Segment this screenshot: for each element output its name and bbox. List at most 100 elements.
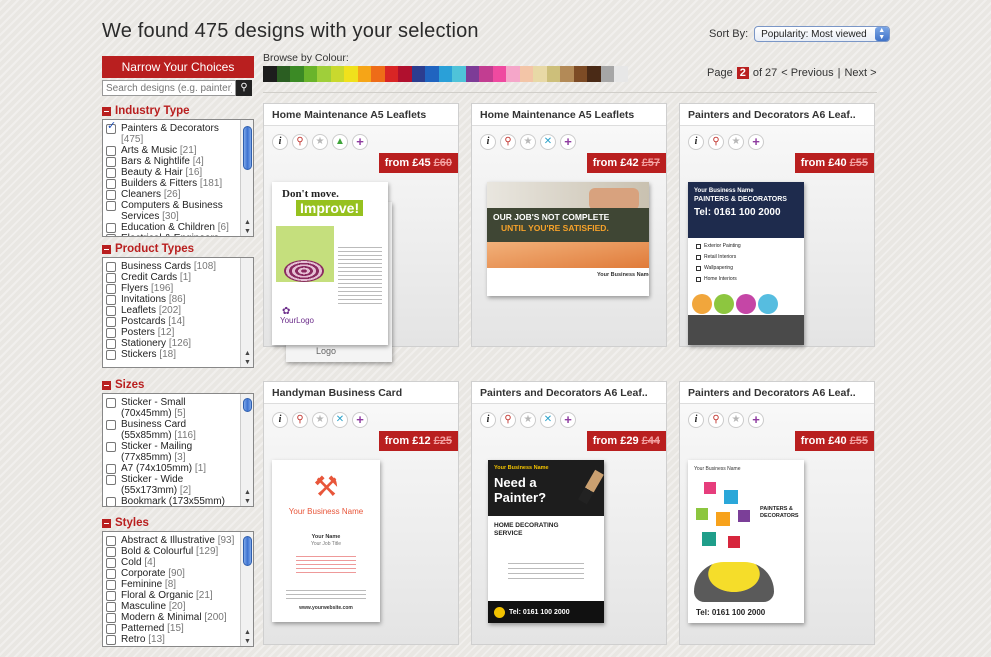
- search-input[interactable]: [102, 80, 236, 96]
- colour-swatch[interactable]: [533, 66, 547, 82]
- zoom-icon[interactable]: ⚲: [500, 412, 516, 428]
- colour-swatch[interactable]: [263, 66, 277, 82]
- filter-option[interactable]: Postcards [14]: [106, 316, 237, 327]
- checkbox[interactable]: [106, 635, 116, 645]
- section-title[interactable]: Sizes: [102, 377, 254, 393]
- checkbox[interactable]: [106, 223, 116, 233]
- filter-option[interactable]: Cold [4]: [106, 557, 237, 568]
- scrollbar[interactable]: ▲ ▼: [240, 258, 253, 367]
- section-title[interactable]: Industry Type: [102, 103, 254, 119]
- colour-swatch[interactable]: [492, 66, 506, 82]
- colour-swatch[interactable]: [317, 66, 331, 82]
- design-card[interactable]: Home Maintenance A5 Leaflets i ⚲ ★ ▲ + from £4…: [263, 103, 459, 362]
- scroll-down-icon[interactable]: ▼: [241, 498, 253, 505]
- colour-swatch[interactable]: [330, 66, 344, 82]
- filter-option[interactable]: Credit Cards [1]: [106, 272, 237, 283]
- checkbox[interactable]: [106, 624, 116, 634]
- info-icon[interactable]: i: [272, 134, 288, 150]
- zoom-icon[interactable]: ⚲: [292, 412, 308, 428]
- filter-option[interactable]: Leaflets [202]: [106, 305, 237, 316]
- scroll-up-icon[interactable]: ▲: [241, 350, 253, 357]
- colour-swatch[interactable]: [465, 66, 479, 82]
- filter-option[interactable]: Beauty & Hair [16]: [106, 167, 237, 178]
- checkbox[interactable]: [106, 121, 116, 134]
- checkbox[interactable]: [106, 201, 116, 211]
- colour-swatch[interactable]: [614, 66, 628, 82]
- checkbox[interactable]: [106, 398, 116, 408]
- card-title[interactable]: Painters and Decorators A6 Leaf..: [680, 104, 874, 126]
- filter-option[interactable]: Business Cards [108]: [106, 261, 237, 272]
- info-icon[interactable]: i: [688, 412, 704, 428]
- checkbox[interactable]: [106, 190, 116, 200]
- filter-option[interactable]: Bars & Nightlife [4]: [106, 156, 237, 167]
- colour-swatch[interactable]: [506, 66, 520, 82]
- zoom-icon[interactable]: ⚲: [708, 134, 724, 150]
- colour-swatch[interactable]: [438, 66, 452, 82]
- checkbox[interactable]: [106, 328, 116, 338]
- filter-option[interactable]: Stickers [18]: [106, 349, 237, 360]
- colour-swatch[interactable]: [344, 66, 358, 82]
- checkbox[interactable]: [106, 536, 116, 546]
- tool-icon[interactable]: ✕: [540, 412, 556, 428]
- scroll-down-icon[interactable]: ▼: [241, 359, 253, 366]
- checkbox[interactable]: [106, 339, 116, 349]
- checkbox[interactable]: [106, 569, 116, 579]
- colour-swatch[interactable]: [546, 66, 560, 82]
- filter-option[interactable]: Patterned [15]: [106, 623, 237, 634]
- colour-swatch[interactable]: [479, 66, 493, 82]
- checkbox[interactable]: [106, 602, 116, 612]
- tool-icon[interactable]: ✕: [332, 412, 348, 428]
- colour-swatch[interactable]: [573, 66, 587, 82]
- checkbox[interactable]: [106, 558, 116, 568]
- filter-option[interactable]: Sticker - Small (70x45mm) [5]: [106, 397, 237, 419]
- info-icon[interactable]: i: [480, 134, 496, 150]
- zoom-icon[interactable]: ⚲: [500, 134, 516, 150]
- plus-icon[interactable]: +: [352, 412, 368, 428]
- design-card[interactable]: Home Maintenance A5 Leaflets i ⚲ ★ ✕ + from £4…: [471, 103, 667, 347]
- star-icon[interactable]: ★: [728, 412, 744, 428]
- zoom-icon[interactable]: ⚲: [708, 412, 724, 428]
- filter-option[interactable]: Modern & Minimal [200]: [106, 612, 237, 623]
- scroll-down-icon[interactable]: ▼: [241, 638, 253, 645]
- filter-option[interactable]: Feminine [8]: [106, 579, 237, 590]
- colour-swatch[interactable]: [398, 66, 412, 82]
- filter-option[interactable]: Painters & Decorators [475]: [106, 121, 237, 145]
- arrow-up-icon[interactable]: ▲: [332, 134, 348, 150]
- checkbox[interactable]: [106, 306, 116, 316]
- scroll-thumb[interactable]: [243, 398, 252, 412]
- filter-option[interactable]: Electrical & Engineers [26]: [106, 233, 237, 236]
- checkbox[interactable]: [106, 284, 116, 294]
- colour-swatch[interactable]: [384, 66, 398, 82]
- card-title[interactable]: Home Maintenance A5 Leaflets: [264, 104, 458, 126]
- card-title[interactable]: Home Maintenance A5 Leaflets: [472, 104, 666, 126]
- info-icon[interactable]: i: [688, 134, 704, 150]
- filter-option[interactable]: Posters [12]: [106, 327, 237, 338]
- scroll-up-icon[interactable]: ▲: [241, 489, 253, 496]
- star-icon[interactable]: ★: [728, 134, 744, 150]
- checkbox[interactable]: [106, 146, 116, 156]
- filter-option[interactable]: Cleaners [26]: [106, 189, 237, 200]
- card-title[interactable]: Handyman Business Card: [264, 382, 458, 404]
- plus-icon[interactable]: +: [748, 134, 764, 150]
- filter-option[interactable]: Sticker - Wide (55x173mm) [2]: [106, 474, 237, 496]
- scroll-thumb[interactable]: [243, 126, 252, 170]
- filter-option[interactable]: A7 (74x105mm) [1]: [106, 463, 237, 474]
- checkbox[interactable]: [106, 547, 116, 557]
- filter-option[interactable]: Invitations [86]: [106, 294, 237, 305]
- colour-swatch[interactable]: [587, 66, 601, 82]
- section-title[interactable]: Styles: [102, 515, 254, 531]
- checkbox[interactable]: [106, 295, 116, 305]
- filter-option[interactable]: Computers & Business Services [30]: [106, 200, 237, 222]
- star-icon[interactable]: ★: [312, 412, 328, 428]
- filter-option[interactable]: Stationery [126]: [106, 338, 237, 349]
- colour-swatch[interactable]: [276, 66, 290, 82]
- checkbox[interactable]: [106, 317, 116, 327]
- design-card[interactable]: Painters and Decorators A6 Leaf.. i ⚲ ★ + fro…: [679, 381, 875, 645]
- info-icon[interactable]: i: [480, 412, 496, 428]
- design-card[interactable]: Handyman Business Card i ⚲ ★ ✕ + from £12 £25 ⚒…: [263, 381, 459, 645]
- star-icon[interactable]: ★: [520, 412, 536, 428]
- checkbox[interactable]: [106, 262, 116, 272]
- filter-option[interactable]: Masculine [20]: [106, 601, 237, 612]
- scroll-thumb[interactable]: [243, 536, 252, 566]
- previous-link[interactable]: < Previous: [781, 67, 833, 79]
